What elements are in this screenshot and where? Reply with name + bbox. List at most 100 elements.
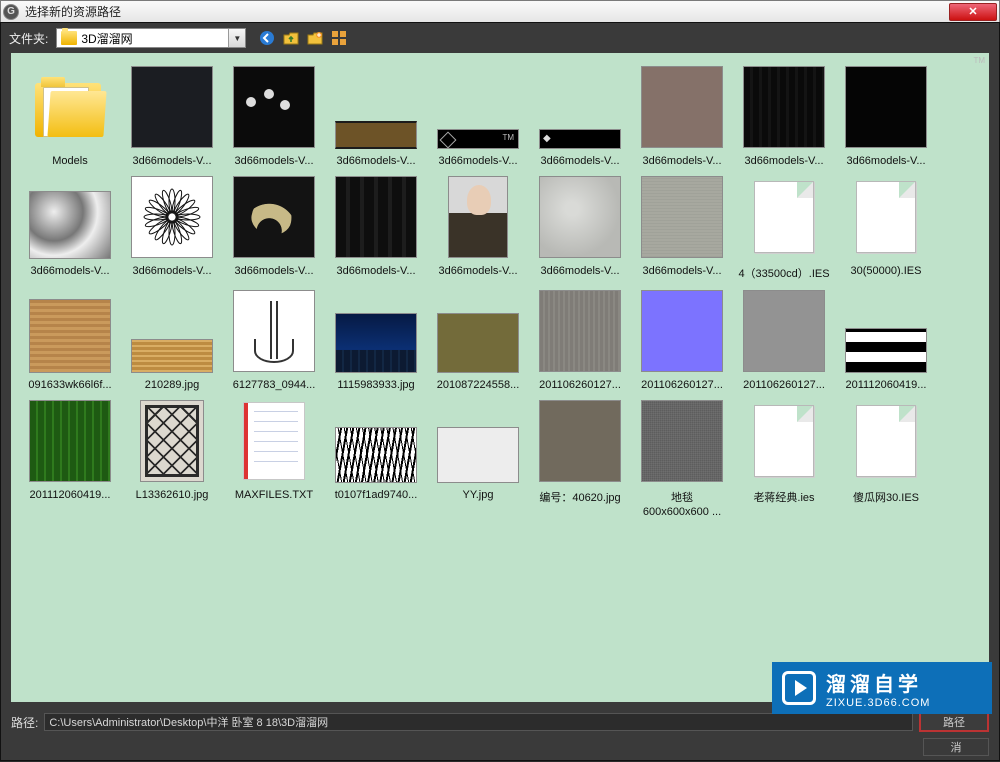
file-item[interactable]: 3d66models-V... <box>329 65 423 167</box>
file-item[interactable]: 4（33500cd）.IES <box>737 175 831 281</box>
thumbnail <box>742 175 826 259</box>
file-item[interactable]: 3d66models-V... <box>737 65 831 167</box>
image-thumbnail <box>641 66 723 148</box>
image-thumbnail <box>539 290 621 372</box>
folder-current-text: 3D溜溜网 <box>81 30 228 47</box>
image-thumbnail <box>448 176 508 258</box>
file-item[interactable]: 3d66models-V... <box>635 175 729 281</box>
file-item[interactable]: 老蒋经典.ies <box>737 399 831 518</box>
file-item[interactable]: t0107f1ad9740... <box>329 399 423 518</box>
file-item[interactable]: 3d66models-V... <box>431 65 525 167</box>
image-thumbnail <box>29 400 111 482</box>
file-item[interactable]: MAXFILES.TXT <box>227 399 321 518</box>
file-label-line2: 600x600x600 ... <box>635 506 729 518</box>
file-item[interactable]: 3d66models-V... <box>227 65 321 167</box>
thumbnail <box>28 289 112 373</box>
text-file-icon <box>243 402 305 480</box>
thumbnail <box>130 289 214 373</box>
file-item[interactable]: 地毯600x600x600 ... <box>635 399 729 518</box>
file-label: 201112060419... <box>23 489 117 501</box>
file-item[interactable]: 210289.jpg <box>125 289 219 391</box>
file-label: 3d66models-V... <box>533 155 627 167</box>
generic-file-icon <box>856 181 916 253</box>
thumbnail <box>538 65 622 149</box>
file-item[interactable]: 201087224558... <box>431 289 525 391</box>
file-item[interactable]: 201112060419... <box>23 399 117 518</box>
file-item[interactable]: 3d66models-V... <box>839 65 933 167</box>
file-label: 3d66models-V... <box>329 155 423 167</box>
file-item[interactable]: 3d66models-V... <box>329 175 423 281</box>
generic-file-icon <box>754 405 814 477</box>
use-path-button[interactable]: 路径 <box>919 712 989 732</box>
image-thumbnail <box>539 400 621 482</box>
file-item[interactable]: 3d66models-V... <box>533 65 627 167</box>
file-item[interactable]: Models <box>23 65 117 167</box>
image-thumbnail <box>140 400 204 482</box>
file-item[interactable]: 091633wk66l6f... <box>23 289 117 391</box>
file-item[interactable]: 30(50000).IES <box>839 175 933 281</box>
file-item[interactable]: 3d66models-V... <box>635 65 729 167</box>
thumbnail <box>640 289 724 373</box>
thumbnail <box>640 65 724 149</box>
image-thumbnail <box>29 191 111 259</box>
image-thumbnail <box>641 176 723 258</box>
thumbnail <box>538 399 622 483</box>
file-label: 3d66models-V... <box>533 265 627 277</box>
file-grid-panel[interactable]: Models3d66models-V...3d66models-V...3d66… <box>11 53 989 702</box>
app-icon: G <box>3 4 19 20</box>
file-item[interactable]: L13362610.jpg <box>125 399 219 518</box>
thumbnail <box>436 175 520 259</box>
generic-file-icon <box>856 405 916 477</box>
new-folder-icon[interactable] <box>306 29 324 47</box>
file-item[interactable]: 1115983933.jpg <box>329 289 423 391</box>
file-item[interactable]: 3d66models-V... <box>533 175 627 281</box>
image-thumbnail <box>437 129 519 149</box>
image-thumbnail <box>335 121 417 149</box>
nav-back-icon[interactable] <box>258 29 276 47</box>
thumbnail <box>844 289 928 373</box>
file-item[interactable]: 6127783_0944... <box>227 289 321 391</box>
file-item[interactable]: 201106260127... <box>533 289 627 391</box>
file-item[interactable]: 3d66models-V... <box>23 175 117 281</box>
file-label: 3d66models-V... <box>635 155 729 167</box>
file-item[interactable]: 201106260127... <box>737 289 831 391</box>
folder-combobox[interactable]: 3D溜溜网 ▼ <box>56 28 246 48</box>
file-item[interactable]: 编号：40620.jpg <box>533 399 627 518</box>
file-label: 3d66models-V... <box>125 265 219 277</box>
file-label: 3d66models-V... <box>431 155 525 167</box>
file-label: 3d66models-V... <box>431 265 525 277</box>
image-thumbnail <box>29 299 111 373</box>
folder-up-icon[interactable] <box>282 29 300 47</box>
thumbnail <box>334 175 418 259</box>
brand-play-icon <box>782 671 816 705</box>
footer: 路径: C:\Users\Administrator\Desktop\中洋 卧室… <box>1 708 999 760</box>
file-item[interactable]: 201112060419... <box>839 289 933 391</box>
close-button[interactable]: ✕ <box>949 3 997 21</box>
thumbnail <box>232 289 316 373</box>
folder-dropdown-button[interactable]: ▼ <box>228 29 245 47</box>
cancel-button[interactable]: 消 <box>923 738 989 756</box>
brand-watermark: 溜溜自学 ZIXUE.3D66.COM <box>772 662 992 714</box>
image-thumbnail <box>131 66 213 148</box>
file-item[interactable]: 201106260127... <box>635 289 729 391</box>
file-label: 3d66models-V... <box>227 265 321 277</box>
file-item[interactable]: 3d66models-V... <box>227 175 321 281</box>
path-input[interactable]: C:\Users\Administrator\Desktop\中洋 卧室 8 1… <box>44 713 913 731</box>
file-item[interactable]: 3d66models-V... <box>125 175 219 281</box>
file-label: 3d66models-V... <box>737 155 831 167</box>
thumbnail <box>640 399 724 483</box>
view-thumbnails-icon[interactable] <box>330 29 348 47</box>
file-label: 201112060419... <box>839 379 933 391</box>
image-thumbnail <box>539 176 621 258</box>
file-item[interactable]: 傻瓜网30.IES <box>839 399 933 518</box>
file-label: 傻瓜网30.IES <box>839 489 933 505</box>
file-item[interactable]: 3d66models-V... <box>431 175 525 281</box>
file-label: YY.jpg <box>431 489 525 501</box>
thumbnail <box>844 399 928 483</box>
file-item[interactable]: YY.jpg <box>431 399 525 518</box>
thumbnail <box>844 175 928 259</box>
file-label: L13362610.jpg <box>125 489 219 501</box>
file-item[interactable]: 3d66models-V... <box>125 65 219 167</box>
file-label: 210289.jpg <box>125 379 219 391</box>
thumbnail <box>844 65 928 149</box>
